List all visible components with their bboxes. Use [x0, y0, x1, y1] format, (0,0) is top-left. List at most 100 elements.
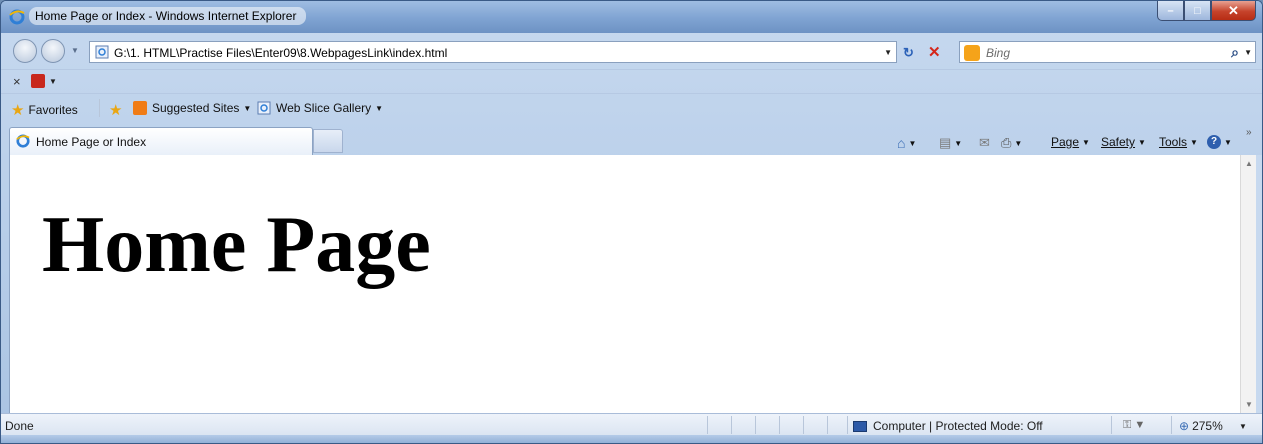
read-mail-button[interactable]: ✉ — [979, 135, 990, 151]
search-dropdown-icon[interactable]: ▼ — [1244, 48, 1252, 57]
computer-icon — [853, 420, 867, 432]
security-zone-label: Computer | Protected Mode: Off — [873, 419, 1043, 433]
page-content: Home Page — [9, 155, 1240, 413]
scroll-down-icon[interactable]: ▼ — [1245, 400, 1253, 409]
address-url[interactable]: G:\1. HTML\Practise Files\Enter09\8.Webp… — [114, 46, 447, 60]
close-icon: ✕ — [1228, 2, 1239, 18]
chevron-down-icon: ▼ — [1082, 137, 1090, 147]
chevron-down-icon: ▼ — [243, 103, 252, 113]
zoom-label: 275% — [1192, 419, 1223, 433]
suggested-sites-icon — [133, 101, 147, 115]
page-menu[interactable]: Page ▼ — [1051, 135, 1090, 149]
chevron-down-icon: ▼ — [1014, 138, 1023, 148]
minimize-icon: – — [1167, 4, 1174, 17]
browser-window: Home Page or Index - Windows Internet Ex… — [0, 0, 1263, 444]
zoom-level[interactable]: ⊕ 275% — [1179, 419, 1223, 433]
chevron-down-icon: ▼ — [1224, 137, 1232, 147]
stop-button[interactable]: ✕ — [928, 43, 941, 61]
title-bar: Home Page or Index - Windows Internet Ex… — [1, 1, 1262, 33]
bing-icon — [964, 45, 980, 61]
window-frame-right — [1256, 155, 1262, 413]
divider — [1171, 416, 1172, 434]
help-button[interactable]: ? ▼ — [1207, 135, 1232, 149]
chevron-down-icon: ▼ — [908, 138, 917, 148]
safety-menu[interactable]: Safety ▼ — [1101, 135, 1146, 149]
divider — [99, 99, 100, 117]
window-controls: – □ ✕ — [1157, 1, 1256, 21]
safety-menu-label: Safety — [1101, 135, 1136, 149]
zoom-dropdown-icon[interactable]: ▼ — [1239, 422, 1247, 431]
window-frame-bottom — [1, 435, 1262, 443]
scroll-up-icon[interactable]: ▲ — [1245, 159, 1253, 168]
tab-label: Home Page or Index — [36, 135, 147, 149]
search-icon[interactable]: ⌕ — [1231, 44, 1239, 61]
security-zone[interactable]: Computer | Protected Mode: Off — [853, 419, 1043, 433]
divider — [731, 416, 732, 434]
minimize-button[interactable]: – — [1157, 1, 1184, 21]
suggested-sites-link[interactable]: Suggested Sites ▼ — [133, 101, 251, 115]
chevron-down-icon: ▼ — [1138, 137, 1146, 147]
chevron-down-icon: ▼ — [1190, 137, 1198, 147]
page-icon — [95, 45, 109, 59]
magnifier-icon: ⊕ — [1179, 419, 1190, 433]
address-bar[interactable]: G:\1. HTML\Practise Files\Enter09\8.Webp… — [89, 41, 897, 63]
add-to-favorites-button[interactable]: ★ — [109, 101, 126, 119]
feeds-button[interactable]: ▤ ▼ — [939, 135, 962, 151]
chevron-down-icon: ▼ — [954, 138, 963, 148]
address-dropdown-icon[interactable]: ▼ — [884, 48, 892, 57]
divider — [1111, 416, 1112, 434]
print-button[interactable]: ⎙ ▼ — [1001, 135, 1022, 151]
tab-home-page[interactable]: Home Page or Index — [9, 127, 313, 155]
web-slice-gallery-link[interactable]: Web Slice Gallery ▼ — [257, 101, 383, 115]
close-toolbar-icon[interactable]: × — [13, 74, 21, 89]
page-menu-label: Page — [1051, 135, 1080, 149]
maximize-button[interactable]: □ — [1184, 1, 1211, 21]
search-placeholder[interactable]: Bing — [986, 46, 1010, 60]
navigation-bar: ▼ G:\1. HTML\Practise Files\Enter09\8.We… — [1, 33, 1262, 69]
tools-menu[interactable]: Tools ▼ — [1159, 135, 1198, 149]
recent-pages-dropdown-icon[interactable]: ▼ — [71, 46, 79, 55]
divider — [827, 416, 828, 434]
help-icon: ? — [1207, 135, 1221, 149]
window-title: Home Page or Index - Windows Internet Ex… — [29, 7, 307, 25]
web-slice-gallery-label: Web Slice Gallery — [276, 101, 372, 115]
divider — [779, 416, 780, 434]
mail-icon: ✉ — [979, 135, 990, 150]
home-button[interactable]: ⌂ ▼ — [897, 135, 916, 151]
back-button[interactable] — [13, 39, 37, 63]
search-box[interactable]: Bing ⌕ ▼ — [959, 41, 1256, 63]
pdf-dropdown-icon[interactable]: ▼ — [49, 77, 57, 86]
status-bar: Done Computer | Protected Mode: Off ⚿ ▼ … — [1, 413, 1262, 435]
divider — [707, 416, 708, 434]
add-favorite-icon: ★ — [109, 102, 123, 119]
divider — [755, 416, 756, 434]
close-button[interactable]: ✕ — [1211, 1, 1256, 21]
page-heading: Home Page — [42, 201, 431, 289]
more-commands-icon[interactable]: » — [1246, 127, 1252, 138]
forward-button[interactable] — [41, 39, 65, 63]
tab-row: Home Page or Index ⌂ ▼ ▤ ▼ ✉ ⎙ ▼ Page ▼ … — [1, 123, 1262, 155]
status-text: Done — [5, 419, 34, 433]
rss-feed-icon: ▤ — [939, 135, 952, 150]
addon-toolbar: × ▼ — [1, 69, 1262, 93]
ie-logo-icon — [16, 134, 30, 148]
favorites-label: Favorites — [28, 103, 78, 117]
pdf-icon[interactable] — [31, 74, 45, 88]
maximize-icon: □ — [1194, 4, 1201, 17]
divider — [847, 416, 848, 434]
refresh-button[interactable]: ↻ — [903, 45, 914, 61]
tools-menu-label: Tools — [1159, 135, 1188, 149]
printer-icon: ⎙ — [1001, 135, 1012, 150]
new-tab-button[interactable] — [313, 129, 343, 153]
chevron-down-icon: ▼ — [375, 103, 384, 113]
divider — [803, 416, 804, 434]
favorites-button[interactable]: ★ Favorites — [11, 101, 78, 119]
ie-page-icon — [257, 101, 271, 115]
favorites-bar: ★ Favorites ★ Suggested Sites ▼ Web Slic… — [1, 93, 1262, 123]
ie-logo-icon — [9, 9, 25, 25]
vertical-scrollbar[interactable]: ▲ ▼ — [1240, 155, 1256, 413]
home-icon: ⌂ — [897, 135, 906, 151]
star-icon: ★ — [11, 102, 25, 119]
protected-mode-icon[interactable]: ⚿ ▼ — [1123, 419, 1145, 432]
suggested-sites-label: Suggested Sites — [152, 101, 240, 115]
